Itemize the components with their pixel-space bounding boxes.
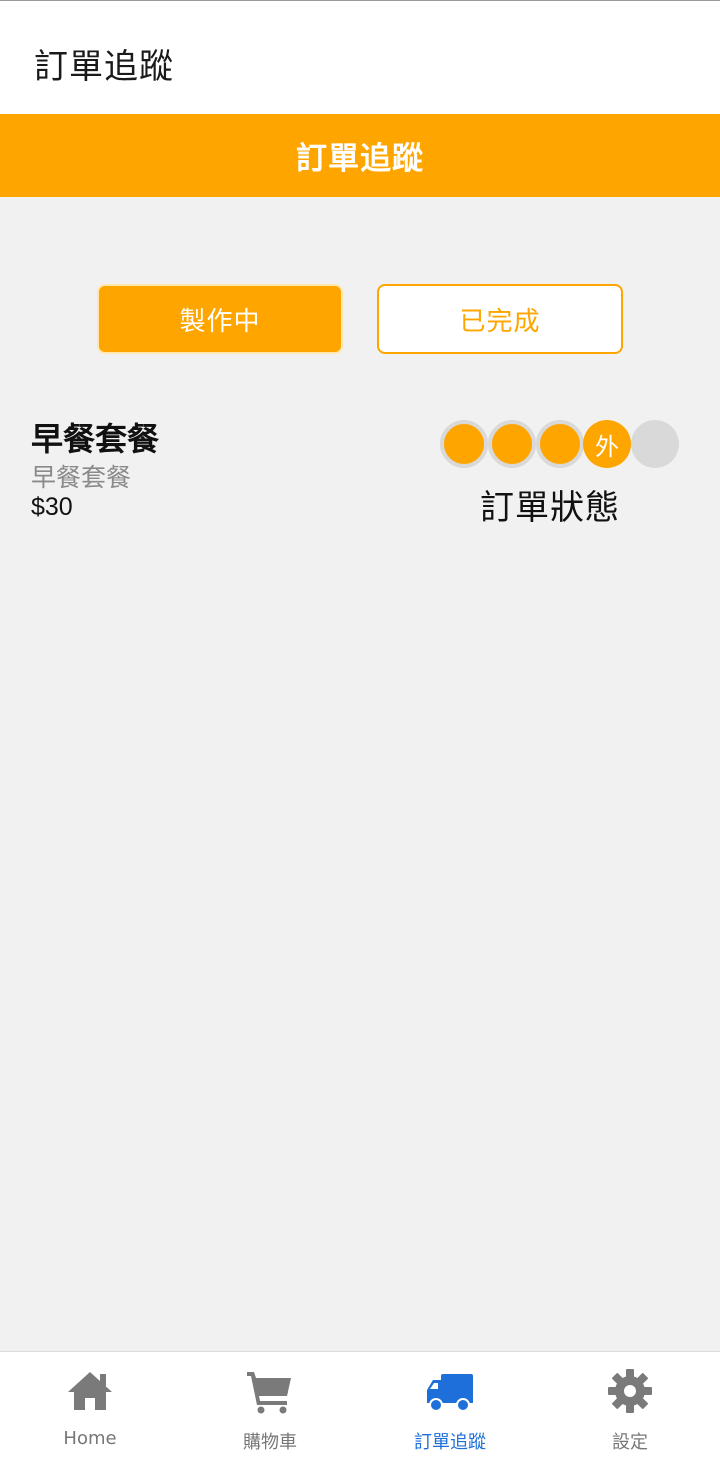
cart-icon [247, 1372, 291, 1414]
order-subtitle: 早餐套餐 [31, 463, 132, 492]
nav-settings-label: 設定 [612, 1432, 648, 1453]
order-price: $30 [31, 493, 73, 521]
home-icon [68, 1372, 112, 1410]
order-name: 早餐套餐 [31, 420, 160, 458]
nav-home[interactable]: Home [0, 1352, 180, 1474]
page-title: 訂單追蹤 [34, 47, 174, 87]
bottom-navigation: Home 購物車 訂單追蹤 設定 [0, 1351, 720, 1474]
nav-cart-label: 購物車 [243, 1432, 297, 1453]
nav-order-tracking[interactable]: 訂單追蹤 [360, 1352, 540, 1474]
order-status-tracker: 外 [440, 420, 680, 468]
nav-settings[interactable]: 設定 [540, 1352, 720, 1474]
order-status-label: 訂單狀態 [480, 488, 620, 528]
status-step-2 [488, 420, 536, 468]
nav-home-label: Home [63, 1428, 117, 1449]
app-bar: 訂單追蹤 [0, 0, 720, 114]
nav-order-tracking-label: 訂單追蹤 [414, 1432, 486, 1453]
nav-cart[interactable]: 購物車 [180, 1352, 360, 1474]
tab-in-progress[interactable]: 製作中 [97, 284, 343, 354]
status-step-3 [536, 420, 584, 468]
status-step-5 [631, 420, 679, 468]
status-step-4: 外 [583, 420, 631, 468]
gear-icon [608, 1369, 652, 1413]
tab-completed[interactable]: 已完成 [377, 284, 623, 354]
status-step-1 [440, 420, 488, 468]
truck-icon [427, 1374, 473, 1412]
banner-title: 訂單追蹤 [296, 141, 424, 177]
section-banner: 訂單追蹤 [0, 114, 720, 197]
